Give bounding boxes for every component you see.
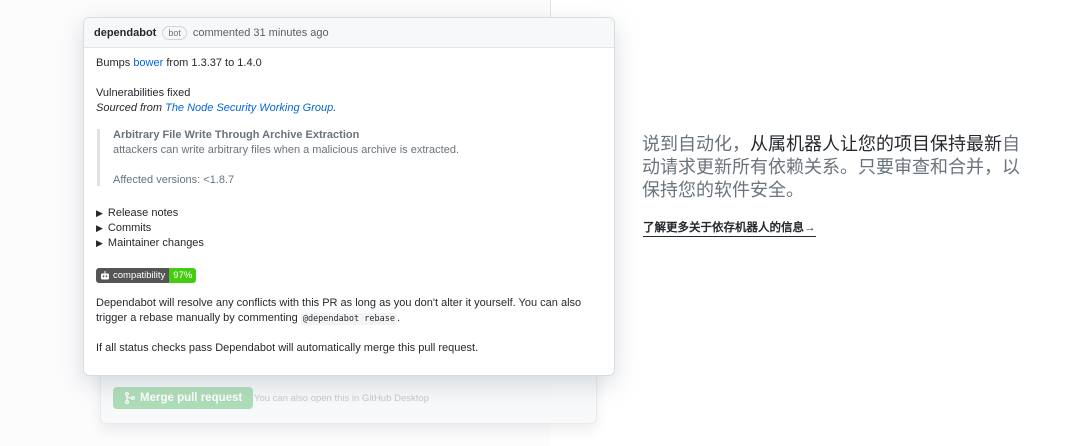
triangle-right-icon: ▶ <box>96 223 103 233</box>
triangle-right-icon: ▶ <box>96 238 103 248</box>
compat-value: 97% <box>169 268 197 283</box>
vulnerabilities-heading: Vulnerabilities fixed <box>96 87 191 99</box>
robot-icon <box>101 271 109 280</box>
comment-author[interactable]: dependabot <box>94 27 156 39</box>
sourced-prefix: Sourced from <box>96 102 163 114</box>
comment-card: dependabot bot commented 31 minutes ago … <box>83 17 615 376</box>
details-label: Maintainer changes <box>107 237 204 249</box>
advisory-text: attackers can write arbitrary files when… <box>113 144 460 156</box>
resolve-line-2: trigger a rebase manually by commenting … <box>96 312 401 325</box>
auto-merge-note: If all status checks pass Dependabot wil… <box>96 342 479 354</box>
comment-timestamp: commented 31 minutes ago <box>192 26 329 39</box>
details-commits[interactable]: ▶ Commits <box>96 222 151 234</box>
learn-more-link[interactable]: 了解更多关于依存机器人的信息→ <box>643 220 816 237</box>
compat-label-area: compatibility <box>96 268 170 283</box>
promo-headline: 说到自动化，从属机器人让您的项目保持最新自动请求更新所有依赖关系。只要审查和合并… <box>642 133 1022 202</box>
bumps-suffix: from 1.3.37 to 1.4.0 <box>166 57 262 69</box>
node-security-link[interactable]: The Node Security Working Group <box>165 102 333 114</box>
bumps-prefix: Bumps <box>96 57 131 69</box>
headline-part-a: 说到自动化， <box>642 134 750 154</box>
merge-pull-request-button[interactable]: Merge pull request <box>113 387 254 409</box>
details-label: Release notes <box>107 207 179 219</box>
bower-link[interactable]: bower <box>133 57 163 69</box>
bumps-line: Bumps bower from 1.3.37 to 1.4.0 <box>96 57 262 69</box>
bot-badge: bot <box>162 25 187 40</box>
merge-box: Merge pull request You can also open thi… <box>100 368 597 424</box>
resolve-prefix: trigger a rebase manually by commenting <box>96 312 298 324</box>
sourced-end: . <box>333 102 337 114</box>
sourced-line: Sourced from The Node Security Working G… <box>96 102 336 114</box>
details-maintainer-changes[interactable]: ▶ Maintainer changes <box>96 237 204 249</box>
headline-part-b: 从属机器人让您的项目保持最新 <box>750 134 1002 154</box>
timeline-divider <box>550 0 551 18</box>
learn-more-label: 了解更多关于依存机器人的信息 <box>643 222 804 234</box>
compat-label: compatibility <box>113 270 166 281</box>
affected-versions: Affected versions: <1.8.7 <box>113 174 235 186</box>
git-merge-icon <box>125 392 135 404</box>
merge-desktop-hint: You can also open this in GitHub Desktop <box>254 393 429 404</box>
compatibility-badge[interactable]: compatibility 97% <box>96 268 197 283</box>
resolve-line-1: Dependabot will resolve any conflicts wi… <box>96 297 582 309</box>
details-release-notes[interactable]: ▶ Release notes <box>96 207 178 219</box>
advisory-title: Arbitrary File Write Through Archive Ext… <box>113 129 360 141</box>
arrow-right-icon: → <box>804 222 816 234</box>
rebase-command: @dependabot rebase <box>300 313 397 325</box>
merge-button-label: Merge pull request <box>140 392 243 404</box>
triangle-right-icon: ▶ <box>96 208 103 218</box>
comment-header: dependabot bot commented 31 minutes ago <box>84 18 614 48</box>
quote-bar <box>97 129 100 186</box>
resolve-end: . <box>396 312 401 324</box>
details-label: Commits <box>107 222 152 234</box>
